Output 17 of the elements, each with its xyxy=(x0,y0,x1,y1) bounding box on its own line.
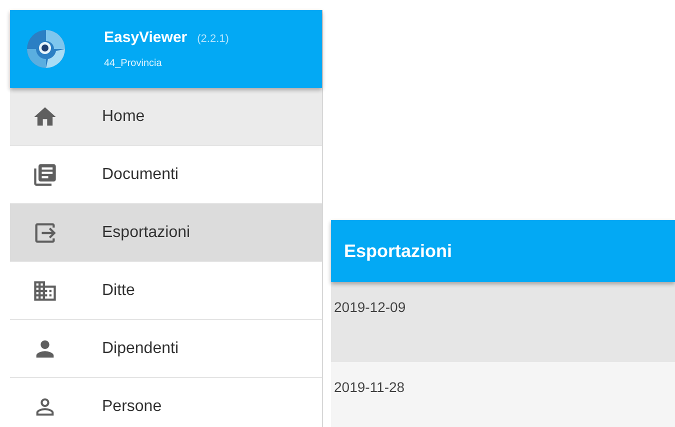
app-name: EasyViewer xyxy=(104,28,188,48)
export-row[interactable]: 2019-12-09 xyxy=(331,282,675,362)
menu-item[interactable]: Home xyxy=(10,88,322,146)
documents-icon xyxy=(32,162,58,188)
logo-icon xyxy=(26,29,66,69)
menu-item-label: Esportazioni xyxy=(102,222,190,242)
panel-title: Esportazioni xyxy=(344,240,452,263)
menu-item-label: Home xyxy=(102,106,145,126)
export-date: 2019-12-09 xyxy=(334,299,406,315)
app-subtitle: 44_Provincia xyxy=(104,56,163,71)
menu-item-label: Persone xyxy=(102,396,162,416)
menu-item-label: Ditte xyxy=(102,280,135,300)
export-date: 2019-11-28 xyxy=(334,379,405,395)
app-version: (2.2.1) xyxy=(197,32,229,48)
menu-item[interactable]: Esportazioni xyxy=(10,204,322,262)
menu-item-label: Documenti xyxy=(102,164,178,184)
menu-item-label: Dipendenti xyxy=(102,338,178,358)
